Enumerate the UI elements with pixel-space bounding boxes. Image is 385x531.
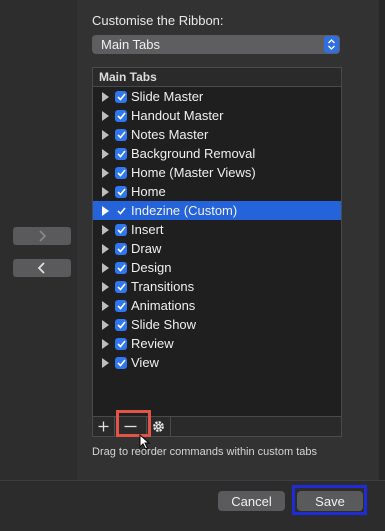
list-item[interactable]: Indezine (Custom) (93, 201, 341, 220)
disclosure-triangle-icon[interactable] (102, 357, 109, 368)
list-item[interactable]: Draw (93, 239, 341, 258)
list-item[interactable]: Transitions (93, 277, 341, 296)
list-item[interactable]: Slide Master (93, 87, 341, 106)
ribbon-tabs-select-value: Main Tabs (101, 37, 161, 52)
checkmark-icon (116, 111, 126, 120)
list-item[interactable]: Home (93, 182, 341, 201)
checkmark-icon (116, 358, 126, 367)
list-item[interactable]: Notes Master (93, 125, 341, 144)
checkmark-icon (116, 320, 126, 329)
disclosure-triangle-icon[interactable] (102, 91, 109, 102)
disclosure-triangle-icon[interactable] (102, 262, 109, 273)
list-item-label: Background Removal (131, 146, 256, 161)
checkmark-icon (116, 282, 126, 291)
cancel-button[interactable]: Cancel (218, 491, 285, 511)
plus-icon (98, 421, 109, 432)
tab-checkbox[interactable] (115, 318, 127, 331)
list-item-label: Slide Master (131, 89, 204, 104)
list-item[interactable]: Animations (93, 296, 341, 315)
tab-checkbox[interactable] (115, 261, 127, 274)
list-item-label: Home (131, 184, 166, 199)
list-item-label: Animations (131, 298, 196, 313)
save-button[interactable]: Save (297, 491, 363, 511)
checkmark-icon (116, 301, 126, 310)
tab-checkbox[interactable] (115, 109, 127, 122)
list-item[interactable]: View (93, 353, 341, 372)
tab-checkbox[interactable] (115, 147, 127, 160)
tab-checkbox[interactable] (115, 166, 127, 179)
tabs-list[interactable]: Main Tabs Slide Master Handout Master Note… (92, 67, 342, 437)
tab-checkbox[interactable] (115, 128, 127, 141)
tab-checkbox[interactable] (115, 299, 127, 312)
tabs-list-items: Slide Master Handout Master Notes Master Ba… (93, 87, 341, 372)
disclosure-triangle-icon[interactable] (102, 224, 109, 235)
list-item-label: Indezine (Custom) (131, 203, 238, 218)
remove-from-ribbon-button[interactable] (13, 259, 71, 277)
disclosure-triangle-icon[interactable] (102, 167, 109, 178)
tab-checkbox[interactable] (115, 356, 127, 369)
tab-checkbox[interactable] (115, 223, 127, 236)
tab-checkbox[interactable] (115, 280, 127, 293)
checkmark-icon (116, 187, 126, 196)
drag-hint-text: Drag to reorder commands within custom t… (92, 446, 317, 458)
tab-checkbox[interactable] (115, 205, 127, 217)
list-item[interactable]: Review (93, 334, 341, 353)
disclosure-triangle-icon[interactable] (102, 148, 109, 159)
checkmark-icon (116, 244, 126, 253)
ribbon-tabs-select[interactable]: Main Tabs (92, 35, 340, 54)
checkmark-icon (116, 130, 126, 139)
updown-chevron-icon (324, 36, 339, 53)
disclosure-triangle-icon[interactable] (102, 110, 109, 121)
tab-checkbox[interactable] (115, 242, 127, 255)
list-item-label: Design (131, 260, 172, 275)
left-panel (0, 0, 77, 480)
tab-checkbox[interactable] (115, 337, 127, 350)
list-item-label: Slide Show (131, 317, 197, 332)
list-item-label: Review (131, 336, 174, 351)
disclosure-triangle-icon[interactable] (102, 338, 109, 349)
list-item[interactable]: Handout Master (93, 106, 341, 125)
list-item-label: Handout Master (131, 108, 224, 123)
checkmark-icon (116, 225, 126, 234)
checkmark-icon (116, 339, 126, 348)
tabs-list-header: Main Tabs (93, 68, 341, 87)
list-item-label: Home (Master Views) (131, 165, 256, 180)
list-item-label: Notes Master (131, 127, 209, 142)
checkmark-icon (116, 206, 126, 215)
add-to-ribbon-button[interactable] (13, 227, 71, 245)
remove-button-highlight (116, 410, 151, 437)
gear-icon (153, 421, 164, 432)
disclosure-triangle-icon[interactable] (102, 129, 109, 140)
list-item[interactable]: Home (Master Views) (93, 163, 341, 182)
disclosure-triangle-icon[interactable] (102, 281, 109, 292)
disclosure-triangle-icon[interactable] (102, 186, 109, 197)
list-item-label: Draw (131, 241, 162, 256)
chevron-right-icon (39, 230, 47, 242)
list-item[interactable]: Design (93, 258, 341, 277)
disclosure-triangle-icon[interactable] (102, 319, 109, 330)
add-tab-button[interactable] (93, 417, 115, 436)
list-item[interactable]: Slide Show (93, 315, 341, 334)
list-item-label: Transitions (131, 279, 195, 294)
tab-checkbox[interactable] (115, 185, 127, 198)
checkmark-icon (116, 168, 126, 177)
tab-checkbox[interactable] (115, 90, 127, 103)
disclosure-triangle-icon[interactable] (102, 205, 109, 216)
chevron-left-icon (37, 262, 45, 274)
checkmark-icon (116, 263, 126, 272)
list-item[interactable]: Background Removal (93, 144, 341, 163)
disclosure-triangle-icon[interactable] (102, 300, 109, 311)
list-item-label: Insert (131, 222, 164, 237)
list-item[interactable]: Insert (93, 220, 341, 239)
disclosure-triangle-icon[interactable] (102, 243, 109, 254)
window-edge (379, 0, 385, 480)
checkmark-icon (116, 149, 126, 158)
list-item-label: View (131, 355, 159, 370)
customise-ribbon-label: Customise the Ribbon: (92, 13, 224, 28)
checkmark-icon (116, 92, 126, 101)
